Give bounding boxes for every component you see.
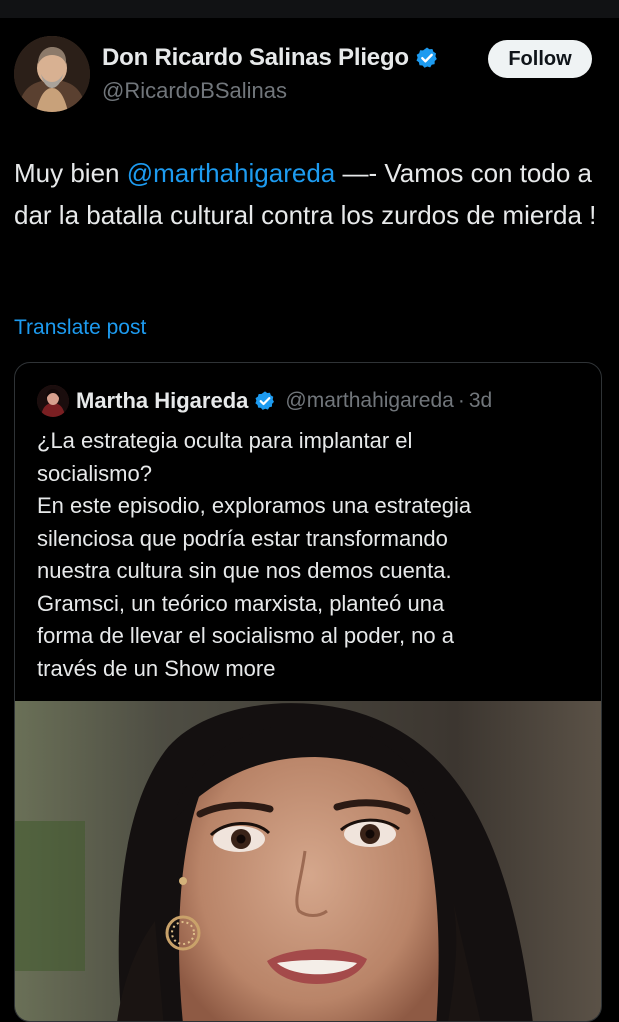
author-avatar[interactable] <box>14 36 90 112</box>
post-mention-link[interactable]: @marthahigareda <box>127 158 336 188</box>
author-display-name[interactable]: Don Ricardo Salinas Pliego <box>102 44 409 72</box>
quoted-post-time[interactable]: 3d <box>469 389 492 413</box>
quoted-text-line: ¿La estrategia oculta para implantar el <box>37 428 413 453</box>
woman-portrait-image <box>15 701 601 1021</box>
post-text: Muy bien @marthahigareda —- Vamos con to… <box>14 152 604 236</box>
separator-dot: · <box>457 389 465 412</box>
quoted-author-display-name[interactable]: Martha Higareda <box>76 388 248 414</box>
follow-button[interactable]: Follow <box>488 40 592 78</box>
translate-post-link[interactable]: Translate post <box>14 316 146 340</box>
quoted-post-text: ¿La estrategia oculta para implantar el … <box>37 425 582 685</box>
author-handle[interactable]: @RicardoBSalinas <box>102 78 439 104</box>
quoted-text-line: Gramsci, un teórico marxista, planteó un… <box>37 590 445 616</box>
quoted-text-line: En este episodio, exploramos una estrate… <box>37 493 472 518</box>
quoted-post-card[interactable]: Martha Higareda @marthahigareda · 3d ¿La… <box>14 362 602 1022</box>
quoted-verified-badge-icon <box>254 390 276 412</box>
quoted-text-line: socialismo? <box>37 460 152 486</box>
quoted-text-line: nuestra cultura sin que nos demos cuenta… <box>37 558 452 583</box>
quoted-text-line: silenciosa que podría estar transformand… <box>37 525 448 551</box>
show-more-link[interactable]: Show more <box>164 656 275 681</box>
verified-badge-icon <box>415 46 439 70</box>
post-text-before: Muy bien <box>14 158 127 188</box>
post-author-row: Don Ricardo Salinas Pliego @RicardoBSali… <box>14 36 604 114</box>
quoted-text-last-line-text: través de un <box>37 655 165 681</box>
quoted-post-header: Martha Higareda @marthahigareda · 3d <box>37 385 492 417</box>
quoted-text-last-line: través de un Show more <box>37 653 582 686</box>
author-name-block: Don Ricardo Salinas Pliego @RicardoBSali… <box>102 44 439 104</box>
quoted-post-media[interactable] <box>15 701 601 1021</box>
quoted-author-avatar-image <box>37 385 69 417</box>
top-strip <box>0 0 619 18</box>
author-avatar-image <box>14 36 90 112</box>
quoted-author-handle[interactable]: @marthahigareda <box>285 389 453 413</box>
display-name-row: Don Ricardo Salinas Pliego <box>102 44 439 72</box>
quoted-author-avatar[interactable] <box>37 385 69 417</box>
quoted-text-line: forma de llevar el socialismo al poder, … <box>37 623 454 648</box>
